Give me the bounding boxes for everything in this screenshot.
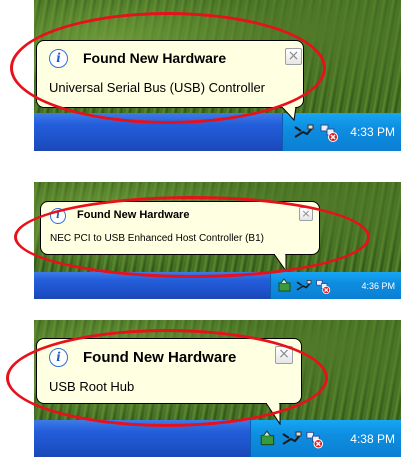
taskbar-clock[interactable]: 4:36 PM <box>361 281 395 291</box>
close-button[interactable]: × <box>275 346 293 364</box>
taskbar-clock[interactable]: 4:38 PM <box>350 432 395 446</box>
safely-remove-hardware-icon[interactable] <box>277 277 293 294</box>
balloon-message: NEC PCI to USB Enhanced Host Controller … <box>50 233 264 244</box>
safely-remove-hardware-icon[interactable] <box>259 429 277 448</box>
balloon-tail <box>274 254 287 272</box>
taskbar: 4:36 PM <box>34 272 401 299</box>
close-button[interactable]: × <box>299 207 313 221</box>
network-error-icon[interactable] <box>319 122 339 142</box>
notification-balloon[interactable]: i Found New Hardware × NEC PCI to USB En… <box>40 201 320 255</box>
balloon-message: Universal Serial Bus (USB) Controller <box>49 80 266 95</box>
system-tray: 4:38 PM <box>250 420 401 457</box>
usb-plug-icon[interactable] <box>281 430 303 448</box>
balloon-title: Found New Hardware <box>83 50 227 66</box>
screenshot-panel-3: 4:38 PM i Found New Hardware × USB Root … <box>34 320 401 457</box>
balloon-tail <box>282 107 297 121</box>
network-error-icon[interactable] <box>305 429 324 448</box>
notification-balloon[interactable]: i Found New Hardware × Universal Serial … <box>36 40 304 108</box>
balloon-title: Found New Hardware <box>83 349 237 366</box>
balloon-title: Found New Hardware <box>77 209 190 221</box>
info-icon: i <box>49 49 68 68</box>
close-button[interactable]: × <box>285 48 302 65</box>
screenshot-panel-1: 4:33 PM i Found New Hardware × Universal… <box>34 0 401 151</box>
info-icon: i <box>50 208 66 224</box>
balloon-tail <box>266 403 281 425</box>
info-icon: i <box>49 348 68 367</box>
taskbar: 4:38 PM <box>34 420 401 457</box>
usb-plug-icon[interactable] <box>295 279 313 293</box>
network-error-icon[interactable] <box>315 278 331 294</box>
balloon-message: USB Root Hub <box>49 379 135 394</box>
system-tray: 4:36 PM <box>270 272 401 299</box>
screenshot-panel-2: 4:36 PM i Found New Hardware × NEC PCI t… <box>34 182 401 299</box>
taskbar-clock[interactable]: 4:33 PM <box>350 125 395 139</box>
usb-plug-icon[interactable] <box>293 123 315 141</box>
notification-balloon[interactable]: i Found New Hardware × USB Root Hub <box>36 338 302 404</box>
taskbar: 4:33 PM <box>34 113 401 151</box>
